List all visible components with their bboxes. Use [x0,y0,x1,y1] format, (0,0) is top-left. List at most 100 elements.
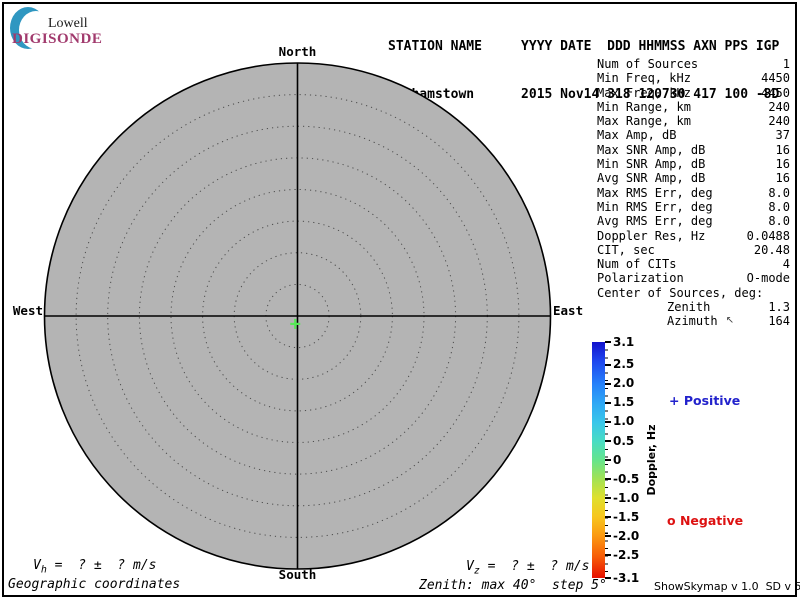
parameter-label: Max RMS Err, deg [597,185,713,200]
parameter-value: 8.0 [768,214,790,229]
parameter-label: Num of Sources [597,57,699,71]
parameter-value: O-mode [746,271,790,286]
version-credits: ShowSkymap v 1.0 SD v 5.1 [654,580,800,593]
parameter-label: Min Range, km [597,99,691,114]
parameter-label: Center of Sources, deg: [597,285,764,300]
parameter-value: 164 [768,314,790,329]
parameter-value: 37 [775,128,790,143]
colorbar-major-tick [605,420,611,423]
vz-symbol: V [466,559,474,574]
parameter-label: Max Freq, kHz [597,85,691,100]
compass-label-south: South [278,567,317,582]
parameter-row: Doppler Res, Hz 0.0488 [597,229,790,243]
zenith-range-label: Zenith: max 40° step 5° [419,578,607,593]
parameter-row: Azimuth ↖ 164 [597,314,790,328]
parameter-value: 20.48 [753,242,790,257]
parameter-label: Num of CITs [597,257,677,272]
colorbar-major-tick [605,554,611,557]
parameter-value: 16 [775,171,790,186]
parameter-row: Max Amp, dB 37 [597,128,790,142]
vz-value: = ? ± ? m/s [479,559,590,574]
colorbar-tick-label: 1.5 [613,395,635,410]
parameter-row: Center of Sources, deg: [597,286,790,300]
parameter-value: 1.3 [768,300,790,315]
parameter-label: Doppler Res, Hz [597,228,706,243]
doppler-colorbar [592,342,605,578]
parameter-row: Zenith 1.3 [597,300,790,314]
parameter-value: 8.0 [768,185,790,200]
parameter-row: Num of Sources 1 [597,57,790,71]
parameter-row: CIT, sec 20.48 [597,243,790,257]
parameter-row: Min RMS Err, deg 8.0 [597,200,790,214]
colorbar-major-tick [605,363,611,366]
parameter-row: Avg SNR Amp, dB 16 [597,171,790,185]
mouse-cursor-icon: ↖ [725,315,734,327]
parameter-row: Max RMS Err, deg 8.0 [597,186,790,200]
parameter-label: Avg RMS Err, deg [597,214,713,229]
colorbar-tick-label: 0.5 [613,433,635,448]
skymap-window: Lowell DIGISONDE STATION NAME YYYY DATE … [0,0,800,600]
circle-marker-icon: o [667,513,676,528]
parameter-label: Min SNR Amp, dB [597,157,706,172]
parameter-row: Min SNR Amp, dB 16 [597,157,790,171]
parameter-value: 16 [775,142,790,157]
colorbar-tick-label: 3.1 [613,334,635,349]
parameter-label: Max Amp, dB [597,128,677,143]
colorbar-tick-label: -3.1 [613,570,640,585]
parameter-row: Min Freq, kHz 4450 [597,71,790,85]
colorbar-axis-label: Doppler, Hz [645,424,658,496]
colorbar-tick-label: 2.5 [613,357,635,372]
colorbar-major-tick [605,382,611,385]
parameter-value: 4450 [761,71,790,86]
compass-label-north: North [278,44,317,59]
parameter-label: Zenith [667,300,711,315]
parameter-row: Polarization O-mode [597,271,790,285]
parameter-row: Max Freq, kHz 4450 [597,86,790,100]
colorbar-tick-label: 2.0 [613,376,635,391]
parameter-label: CIT, sec [597,242,655,257]
parameter-row: Max Range, km 240 [597,114,790,128]
parameter-row: Max SNR Amp, dB 16 [597,143,790,157]
legend-negative-label: Negative [679,513,744,528]
parameter-label: Min Freq, kHz [597,71,691,86]
parameter-value: 8.0 [768,199,790,214]
parameter-row: Num of CITs 4 [597,257,790,271]
colorbar-major-tick [605,341,611,343]
legend-negative: o Negative [667,513,743,528]
compass-label-west: West [12,303,43,318]
parameter-value: 1 [782,57,790,71]
parameter-value: 240 [768,114,790,129]
parameter-label: Avg SNR Amp, dB [597,171,706,186]
parameter-row: Avg RMS Err, deg 8.0 [597,214,790,228]
parameter-value: 4450 [761,85,790,100]
parameter-list: Num of Sources 1 Min Freq, kHz 4450 Max Freq… [597,57,790,329]
colorbar-tick-label: -1.0 [613,490,640,505]
parameter-value: 16 [775,157,790,172]
parameter-label: Polarization [597,271,684,286]
legend-positive-label: Positive [683,393,741,408]
colorbar-major-tick [605,497,611,500]
parameter-value: 0.0488 [746,228,790,243]
colorbar-major-tick [605,401,611,404]
plus-marker-icon: + [669,393,680,408]
vh-value: = ? ± ? m/s [46,558,157,573]
legend-positive: + Positive [669,393,740,408]
parameter-label: Max Range, km [597,114,691,129]
colorbar-tick-label: -1.5 [613,509,640,524]
colorbar-tick-label: 0 [613,452,622,467]
colorbar-tick-label: -2.0 [613,528,640,543]
colorbar-major-tick [605,478,611,480]
vh-symbol: V [33,558,41,573]
colorbar-major-tick [605,459,611,461]
parameter-label: Min RMS Err, deg [597,199,713,214]
coordinate-system-label: Geographic coordinates [8,577,181,592]
horizontal-velocity-readout: Vh = ? ± ? m/s [33,558,156,576]
parameter-value: 240 [768,99,790,114]
colorbar-major-tick [605,535,611,538]
parameter-row: Min Range, km 240 [597,100,790,114]
colorbar-major-tick [605,516,611,519]
colorbar-tick-label: -0.5 [613,471,640,486]
colorbar-tick-label: 1.0 [613,414,635,429]
colorbar-major-tick [605,440,611,442]
parameter-label: Max SNR Amp, dB [597,142,706,157]
